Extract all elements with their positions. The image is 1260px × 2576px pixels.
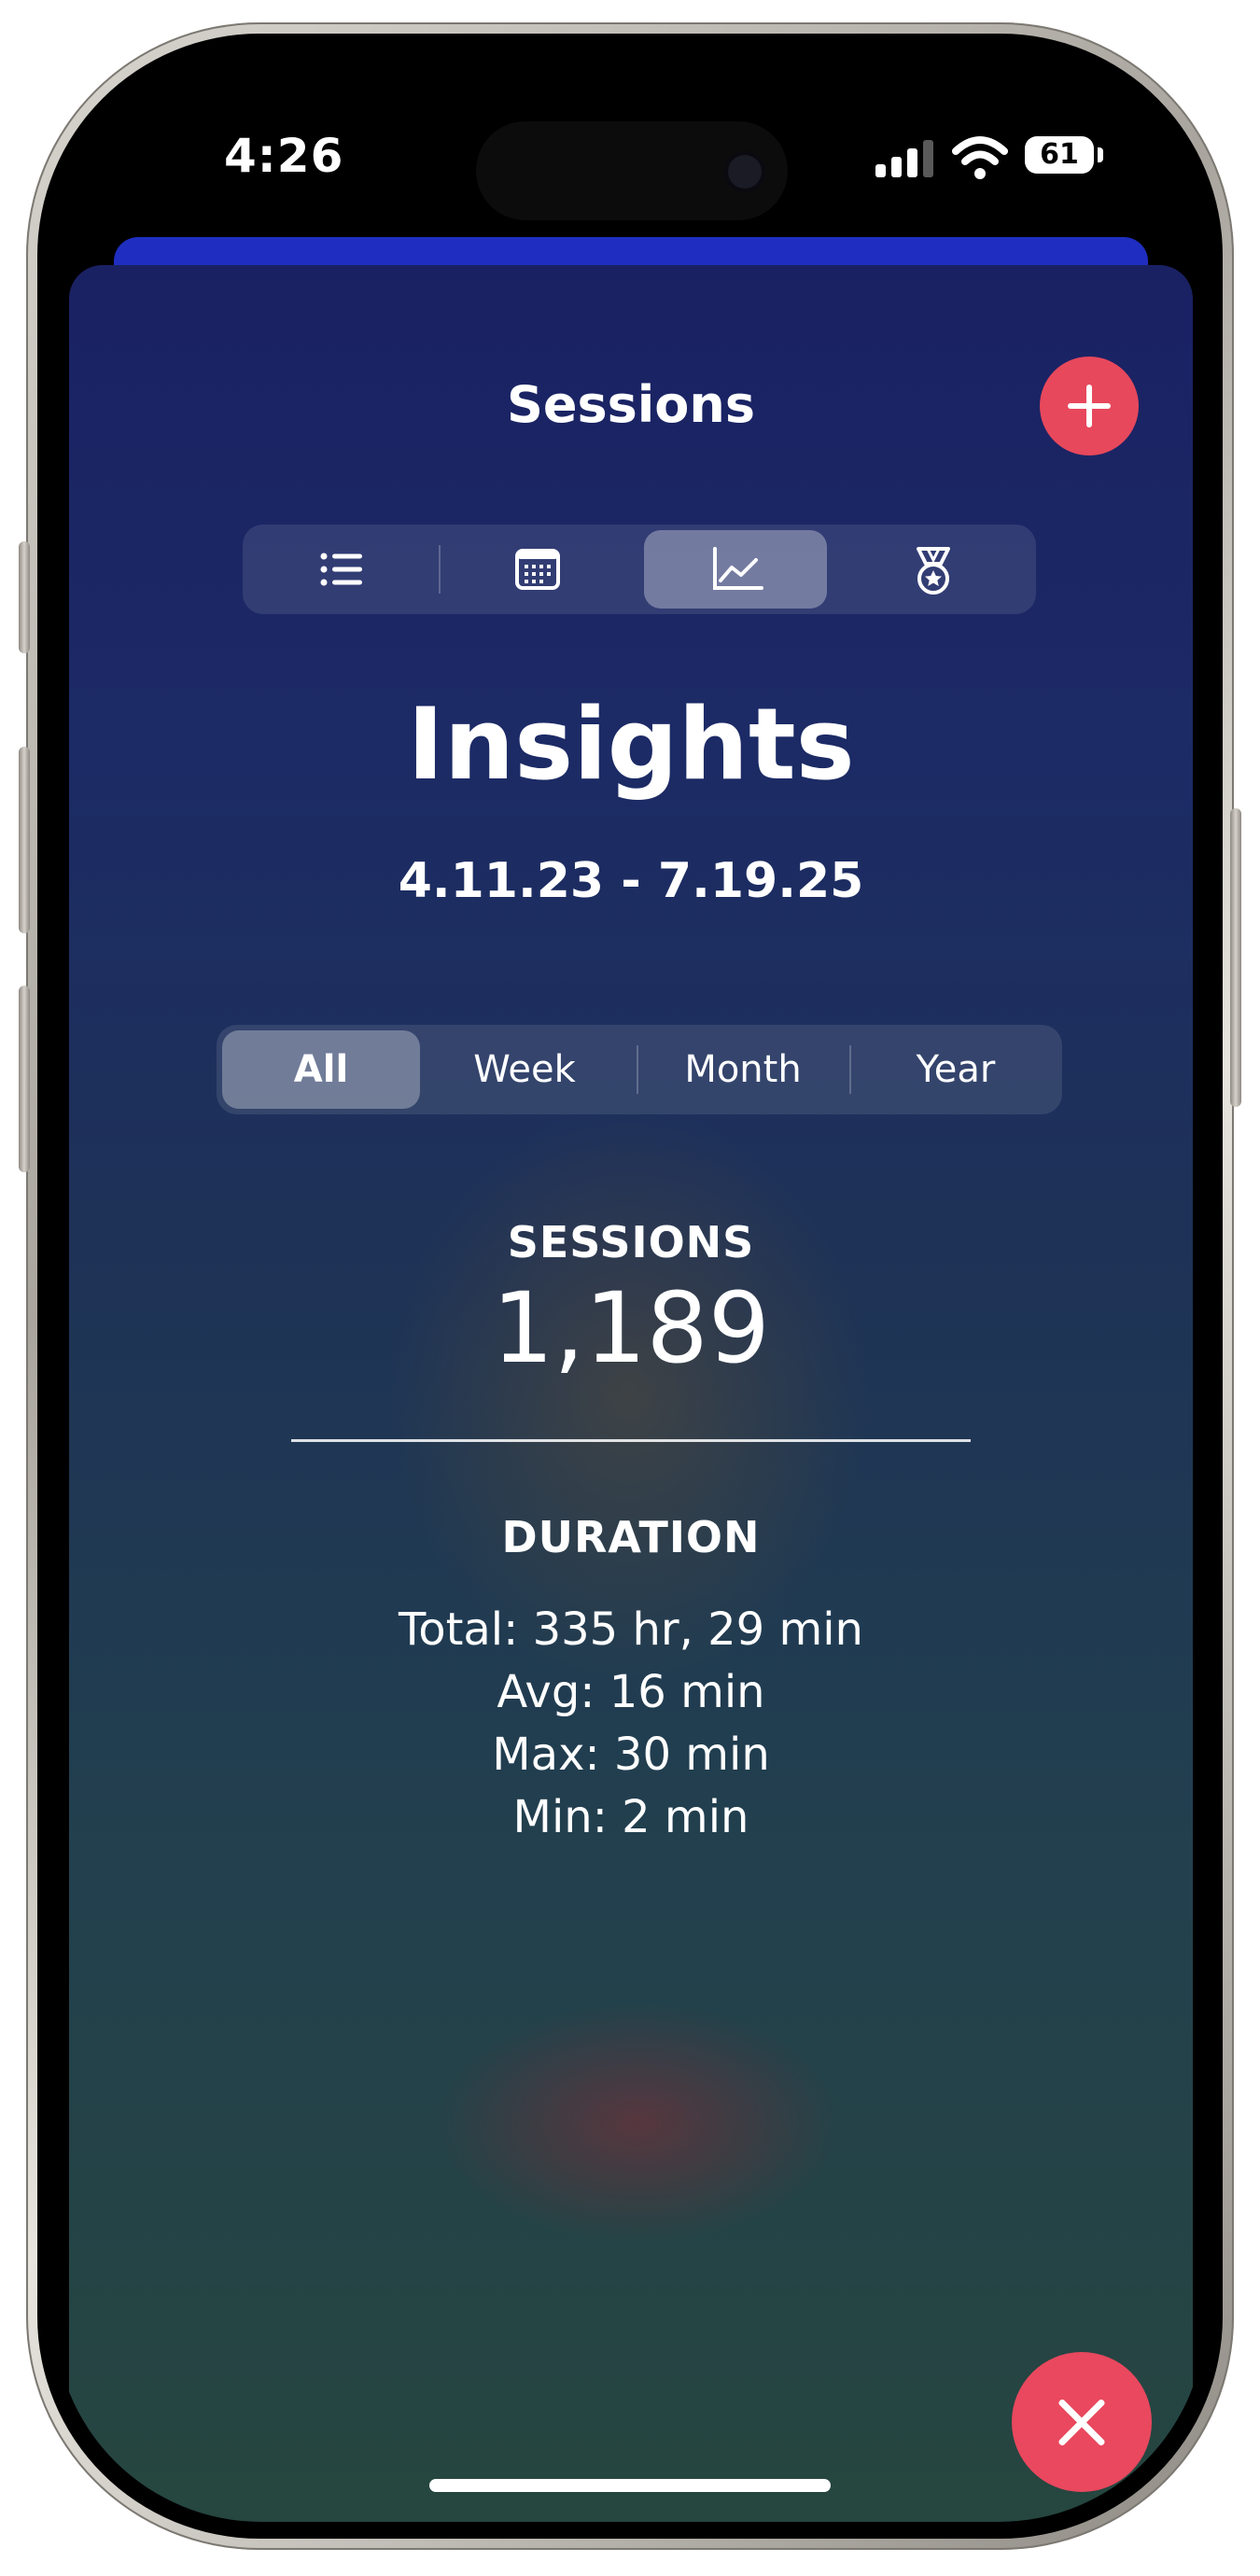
period-segmented-control: All Week Month Year (217, 1025, 1062, 1114)
sessions-sheet: Sessions Insights 4.11.23 - 7.19.25 All … (69, 265, 1193, 2522)
chart-icon (713, 547, 763, 590)
duration-min: Min: 2 min (512, 1791, 749, 1843)
duration-max: Max: 30 min (492, 1729, 770, 1781)
add-session-button[interactable] (1040, 357, 1139, 455)
divider (439, 545, 441, 594)
page-title: Insights (407, 687, 855, 802)
medal-icon (917, 547, 950, 595)
home-indicator[interactable] (429, 2479, 831, 2492)
duration-label: DURATION (501, 1512, 761, 1562)
wifi-icon (952, 136, 1008, 179)
background-glow (433, 2001, 844, 2244)
tab-achievements[interactable] (842, 530, 1025, 609)
background-glow (386, 1105, 872, 1684)
period-tab-month[interactable]: Month (644, 1030, 842, 1109)
cellular-signal-icon (875, 140, 933, 177)
close-button[interactable] (1012, 2352, 1152, 2492)
list-icon (320, 553, 362, 586)
nav-title: Sessions (507, 375, 755, 434)
tab-calendar[interactable] (446, 530, 629, 609)
duration-total: Total: 335 hr, 29 min (399, 1603, 863, 1656)
screen: 4:26 61 Sessions Insights 4.11.23 - 7.19… (54, 50, 1206, 2522)
tab-insights[interactable] (644, 530, 827, 609)
period-tab-all[interactable]: All (222, 1030, 420, 1109)
status-time: 4:26 (224, 129, 344, 183)
action-button (19, 541, 30, 653)
sessions-count: 1,189 (492, 1271, 770, 1385)
divider (637, 1045, 638, 1094)
camera-icon (728, 155, 762, 189)
period-tab-week[interactable]: Week (426, 1030, 623, 1109)
date-range: 4.11.23 - 7.19.25 (398, 853, 864, 909)
battery-tip (1098, 147, 1103, 162)
view-segmented-control (243, 525, 1036, 614)
volume-up-button (19, 747, 30, 933)
tab-list[interactable] (250, 530, 433, 609)
status-bar: 4:26 61 (54, 50, 1206, 237)
volume-down-button (19, 986, 30, 1172)
calendar-icon (515, 549, 560, 590)
power-button (1230, 808, 1241, 1107)
battery-icon: 61 (1025, 136, 1094, 174)
duration-average: Avg: 16 min (497, 1666, 765, 1718)
section-divider (291, 1439, 971, 1442)
sessions-label: SESSIONS (507, 1217, 755, 1267)
divider (849, 1045, 851, 1094)
period-tab-year[interactable]: Year (857, 1030, 1055, 1109)
